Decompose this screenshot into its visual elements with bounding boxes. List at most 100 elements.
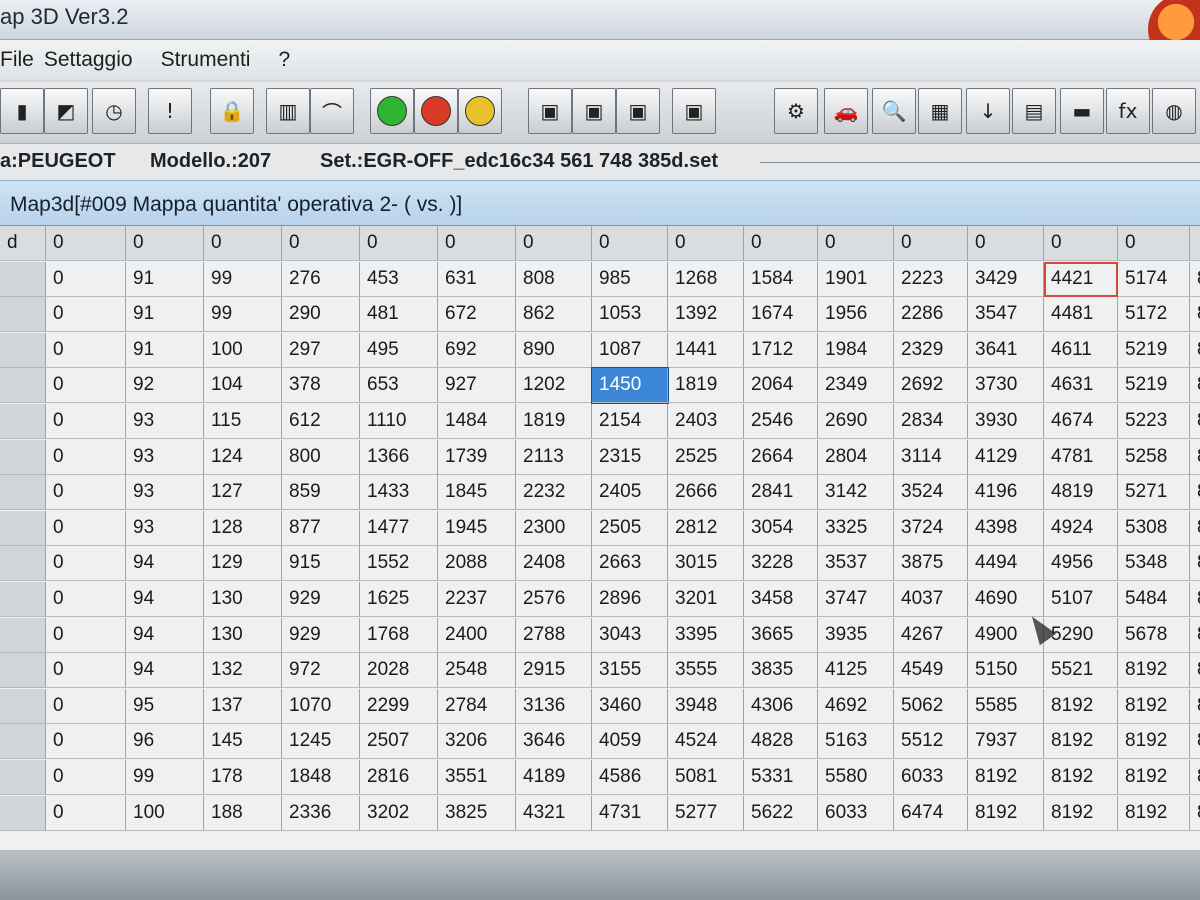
map-cell[interactable]: 672 (438, 297, 516, 333)
map-cell[interactable]: 8 (1190, 333, 1200, 368)
map-cell[interactable]: 4481 (1044, 297, 1118, 333)
map-cell[interactable]: 3835 (744, 653, 818, 689)
map-cell[interactable]: 8192 (968, 760, 1044, 795)
map-cell[interactable]: 5174 (1118, 261, 1190, 297)
function-icon[interactable]: fx (1106, 88, 1150, 134)
map-cell[interactable]: 8192 (1118, 724, 1190, 760)
row-header[interactable] (0, 368, 46, 404)
map-cell[interactable]: 3646 (516, 724, 592, 760)
map-cell[interactable]: 8 (1190, 796, 1200, 831)
map-cell[interactable]: 653 (360, 368, 438, 404)
map-cell[interactable]: 4398 (968, 510, 1044, 546)
map-cell[interactable]: 2300 (516, 510, 592, 546)
column-header[interactable]: 0 (668, 226, 744, 261)
map-cell[interactable]: 2408 (516, 546, 592, 582)
map-cell[interactable]: 4037 (894, 582, 968, 617)
map-cell[interactable]: 8192 (1044, 795, 1118, 831)
map-cell[interactable]: 3228 (744, 546, 818, 582)
map-cell[interactable]: 4924 (1044, 510, 1118, 546)
menu-strumenti[interactable]: Strumenti (161, 48, 251, 72)
map-cell[interactable]: 104 (204, 368, 282, 404)
map-cell[interactable]: 4306 (744, 688, 818, 724)
green-chip-icon[interactable]: ▣ (528, 88, 572, 134)
corner-cell[interactable]: d (0, 226, 46, 261)
map-cell[interactable]: 5580 (818, 760, 894, 795)
map-cell[interactable]: 2507 (360, 724, 438, 760)
map-cell[interactable]: 3325 (818, 510, 894, 546)
column-header[interactable]: 0 (126, 226, 204, 261)
map-cell[interactable]: 3747 (818, 582, 894, 617)
row-header[interactable] (0, 404, 46, 439)
column-header[interactable]: 0 (1044, 226, 1118, 261)
map-cell[interactable]: 6033 (894, 760, 968, 795)
map-cell[interactable]: 1070 (282, 688, 360, 724)
map-cell[interactable]: 8192 (1118, 795, 1190, 831)
column-header[interactable]: 0 (968, 226, 1044, 261)
map-cell[interactable]: 3935 (818, 617, 894, 653)
map-cell[interactable]: 290 (282, 297, 360, 333)
map-cell[interactable]: 96 (126, 724, 204, 760)
map-cell[interactable]: 3641 (968, 332, 1044, 368)
map-cell[interactable]: 115 (204, 404, 282, 439)
row-header[interactable] (0, 653, 46, 689)
map-cell[interactable]: 1392 (668, 297, 744, 333)
map-cell[interactable]: 2576 (516, 582, 592, 617)
map-cell[interactable]: 5512 (894, 724, 968, 760)
map-cell[interactable]: 2663 (592, 546, 668, 582)
map-cell[interactable]: 0 (46, 724, 126, 760)
yellow-chip-icon[interactable]: ▣ (616, 88, 660, 134)
map-cell[interactable]: 4129 (968, 439, 1044, 475)
map-cell[interactable]: 2812 (668, 510, 744, 546)
map-cell[interactable]: 127 (204, 475, 282, 511)
folder-icon[interactable]: ◩ (44, 88, 88, 134)
map-cell[interactable]: 4494 (968, 546, 1044, 582)
map-cell[interactable]: 495 (360, 332, 438, 368)
map-cell[interactable]: 5081 (668, 760, 744, 795)
map-cell[interactable]: 0 (46, 404, 126, 439)
map-cell[interactable]: 4819 (1044, 475, 1118, 511)
map-cell[interactable]: 1053 (592, 297, 668, 333)
map-cell[interactable]: 2113 (516, 439, 592, 475)
chip-icon[interactable]: ▣ (672, 88, 716, 134)
row-header[interactable] (0, 724, 46, 760)
map-cell[interactable]: 3547 (968, 297, 1044, 333)
map-cell[interactable]: 1450 (591, 367, 669, 405)
map-cell[interactable]: 94 (126, 546, 204, 582)
map-cell[interactable]: 95 (126, 688, 204, 724)
map-cell[interactable]: 877 (282, 510, 360, 546)
map-cell[interactable]: 8 (1190, 760, 1200, 795)
map-cell[interactable]: 453 (360, 261, 438, 297)
map-cell[interactable]: 100 (204, 332, 282, 368)
map-cell[interactable]: 3206 (438, 724, 516, 760)
map-cell[interactable]: 1768 (360, 617, 438, 653)
map-cell[interactable]: 3114 (894, 439, 968, 475)
map-cell[interactable]: 4631 (1044, 368, 1118, 404)
map-cell[interactable]: 99 (204, 261, 282, 297)
map-cell[interactable]: 0 (46, 439, 126, 475)
map-cell[interactable]: 4828 (744, 724, 818, 760)
map-cell[interactable]: 0 (46, 546, 126, 582)
map-cell[interactable]: 8 (1190, 511, 1200, 546)
map-cell[interactable]: 3724 (894, 510, 968, 546)
map-cell[interactable]: 5107 (1044, 582, 1118, 617)
map-cell[interactable]: 8192 (1118, 760, 1190, 795)
map-cell[interactable]: 8192 (1044, 760, 1118, 795)
map-cell[interactable]: 929 (282, 582, 360, 617)
clock-icon[interactable]: ◷ (92, 88, 136, 134)
map-cell[interactable]: 7937 (968, 724, 1044, 760)
map-cell[interactable]: 3395 (668, 617, 744, 653)
yellow-dot-icon[interactable] (458, 88, 502, 134)
map-cell[interactable]: 929 (282, 617, 360, 653)
map-cell[interactable]: 2525 (668, 439, 744, 475)
map-cell[interactable]: 5331 (744, 760, 818, 795)
map-cell[interactable]: 276 (282, 261, 360, 297)
map-cell[interactable]: 1674 (744, 297, 818, 333)
map-cell[interactable]: 1245 (282, 724, 360, 760)
column-header[interactable]: 0 (818, 226, 894, 261)
map-cell[interactable]: 8192 (1044, 724, 1118, 760)
column-header[interactable]: 0 (1118, 226, 1190, 261)
map-cell[interactable]: 2223 (894, 261, 968, 297)
map-cell[interactable]: 1484 (438, 404, 516, 439)
globe-icon[interactable]: ◍ (1152, 88, 1196, 134)
map-cell[interactable]: 5484 (1118, 582, 1190, 617)
